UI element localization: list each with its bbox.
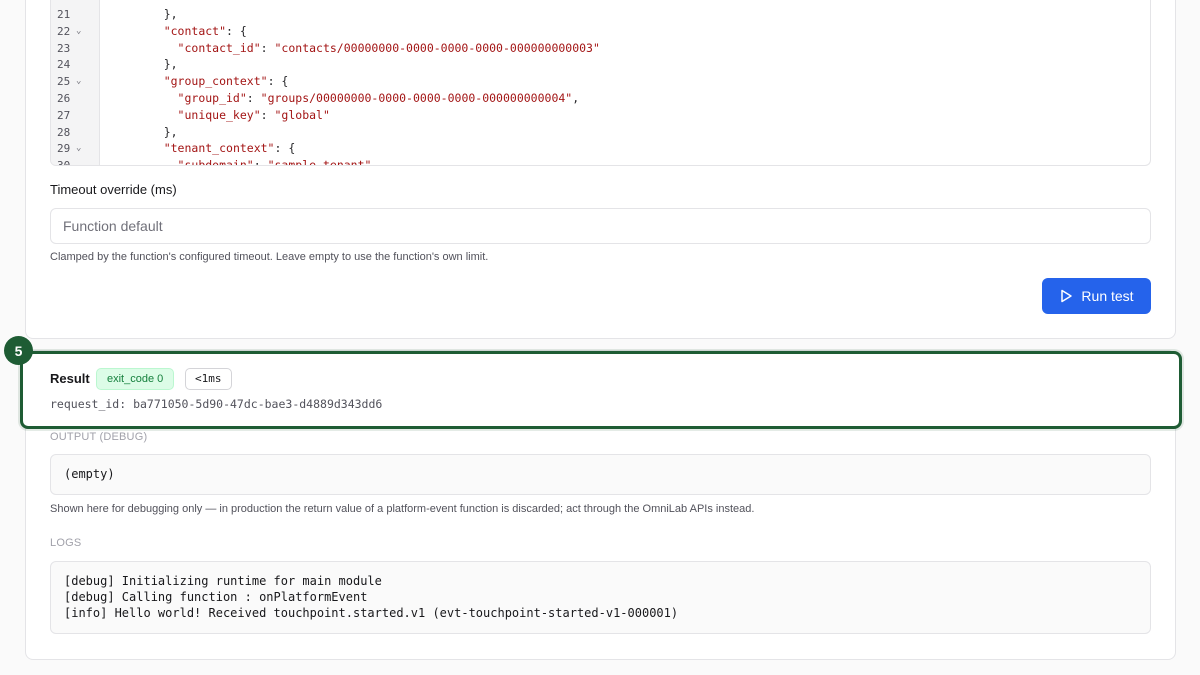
- code-text: "group_id": "groups/00000000-0000-0000-0…: [177, 91, 580, 105]
- log-line: [debug] Calling function : onPlatformEve…: [64, 590, 368, 604]
- code-line: 23 "contact_id": "contacts/00000000-0000…: [51, 40, 1150, 57]
- result-summary-highlight: [20, 351, 1182, 429]
- code-line: 28 },: [51, 124, 1150, 141]
- result-title: Result: [50, 371, 90, 386]
- request-id: request_id: ba771050-5d90-47dc-bae3-d488…: [50, 397, 383, 411]
- code-text: },: [136, 124, 178, 139]
- code-text: "tenant_context": {: [163, 141, 296, 156]
- logs-panel: [debug] Initializing runtime for main mo…: [50, 561, 1151, 634]
- timeout-label: Timeout override (ms): [50, 182, 177, 197]
- fold-chevron-icon[interactable]: ⌄: [76, 140, 81, 157]
- code-text: "unique_key": "global": [177, 107, 330, 122]
- code-text: "subdomain": "sample-tenant": [177, 158, 372, 166]
- code-text: },: [136, 7, 178, 21]
- code-text: "contact_id": "contacts/00000000-0000-00…: [177, 40, 600, 55]
- code-line: 21 },: [51, 6, 1150, 23]
- line-number: 30: [57, 159, 71, 166]
- code-line: 29 ⌄ "tenant_context": {: [51, 140, 1150, 157]
- output-section-label: OUTPUT (DEBUG): [50, 431, 148, 443]
- play-icon: [1061, 289, 1073, 303]
- line-number: 24: [57, 58, 71, 72]
- output-value: (empty): [50, 454, 1151, 495]
- run-test-label: Run test: [1081, 288, 1134, 304]
- logs-section-label: LOGS: [50, 537, 82, 549]
- code-text: "group_context": {: [163, 74, 289, 89]
- run-test-button[interactable]: Run test: [1042, 278, 1151, 314]
- line-number: 28: [57, 125, 71, 139]
- line-number: 23: [57, 41, 71, 55]
- line-number: 27: [57, 108, 71, 122]
- code-line: 25 ⌄ "group_context": {: [51, 73, 1150, 90]
- code-line: 27 "unique_key": "global": [51, 107, 1150, 124]
- code-text: "contact": {: [163, 23, 247, 38]
- code-line: 30 "subdomain": "sample-tenant": [51, 157, 1150, 166]
- fold-chevron-icon[interactable]: ⌄: [76, 23, 81, 40]
- log-line: [info] Hello world! Received touchpoint.…: [64, 606, 679, 620]
- timeout-input[interactable]: [50, 208, 1151, 244]
- log-line: [debug] Initializing runtime for main mo…: [64, 574, 382, 588]
- line-number: 21: [57, 8, 71, 21]
- code-line: 24 },: [51, 56, 1150, 73]
- code-line: 26 "group_id": "groups/00000000-0000-000…: [51, 90, 1150, 107]
- line-number: 26: [57, 92, 71, 105]
- step-number-badge: 5: [4, 336, 33, 365]
- code-line: 22 ⌄ "contact": {: [51, 23, 1150, 40]
- output-help-text: Shown here for debugging only — in produ…: [50, 503, 755, 515]
- duration-badge: <1ms: [185, 368, 232, 390]
- exit-code-badge: exit_code 0: [96, 368, 175, 390]
- fold-chevron-icon[interactable]: ⌄: [76, 73, 81, 90]
- timeout-help-text: Clamped by the function's configured tim…: [50, 251, 489, 263]
- payload-code-editor[interactable]: 21 }, 22 ⌄ "contact": {23 "contact_id": "c…: [50, 0, 1151, 166]
- code-text: },: [136, 57, 178, 72]
